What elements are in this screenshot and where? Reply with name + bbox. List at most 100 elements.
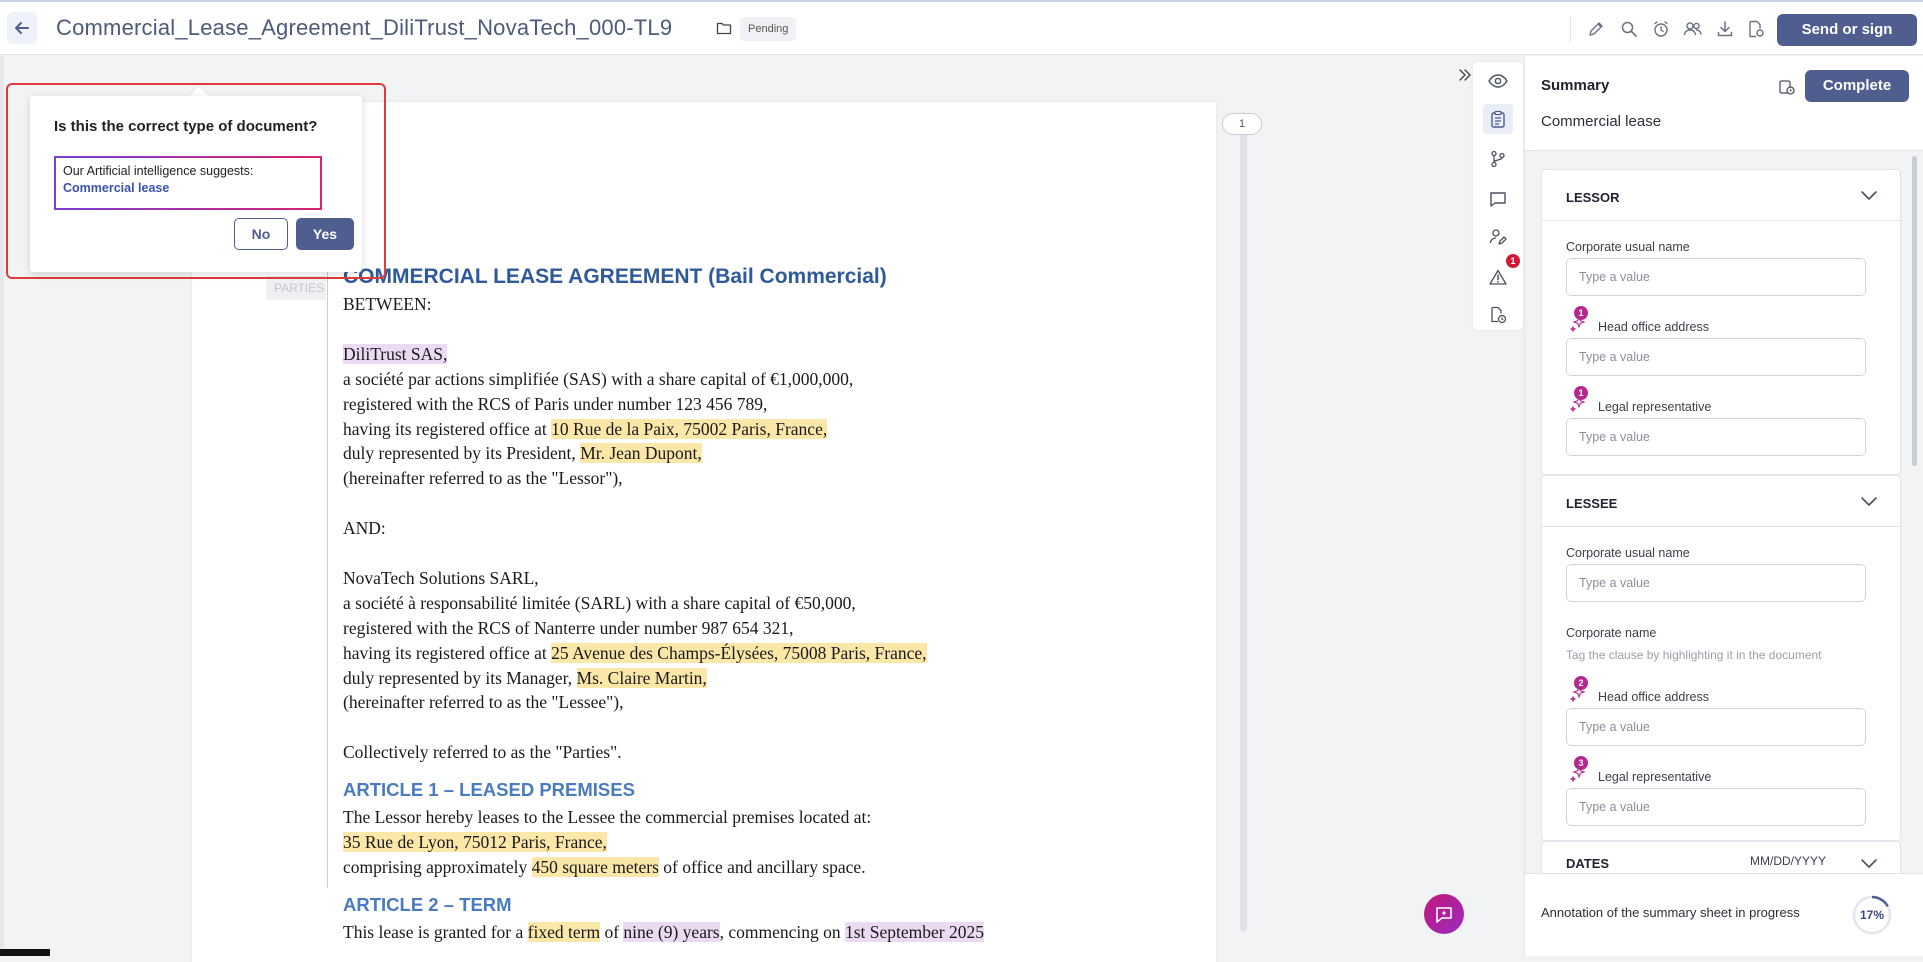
lessor-representative-highlight[interactable]: Mr. Jean Dupont, [580,443,702,464]
lessor-line-4: duly represented by its President, [343,443,581,464]
lessee-corp-usual-input[interactable]: Type a value [1566,564,1866,602]
alarm-icon[interactable] [1650,18,1672,40]
users-icon[interactable] [1682,18,1704,40]
article-2-commencing: , commencing on [719,921,845,942]
summary-panel: Summary Complete Commercial lease LESSOR… [1524,56,1923,956]
lessor-name-highlight[interactable]: DiliTrust SAS, [343,343,448,364]
toolbar-divider [1570,16,1571,42]
summary-scroll-area[interactable]: LESSOR Corporate usual name Type a value… [1525,151,1923,873]
ai-suggestion-count[interactable]: 1 [1574,386,1588,400]
left-edge [0,56,4,956]
user-edit-icon[interactable] [1487,226,1509,248]
ai-suggestion-count[interactable]: 1 [1574,306,1588,320]
top-bar: Commercial_Lease_Agreement_DiliTrust_Nov… [0,0,1923,55]
article-1-line-1: The Lessor hereby leases to the Lessee t… [343,807,872,828]
and-text: AND: [343,518,386,539]
page-margin-line [327,268,328,888]
document-scrollbar[interactable] [1240,112,1247,932]
branch-icon[interactable] [1487,148,1509,170]
lessor-line-1: a société par actions simplifiée (SAS) w… [343,368,854,389]
document-heading: COMMERCIAL LEASE AGREEMENT (Bail Commerc… [343,265,887,288]
ai-assistant-icon [1436,907,1452,923]
lessor-corp-usual-input[interactable]: Type a value [1566,258,1866,296]
lessor-corp-usual-label: Corporate usual name [1566,240,1690,254]
edit-icon[interactable] [1585,18,1607,40]
warning-count-badge: 1 [1506,254,1520,268]
popup-question: Is this the correct type of document? [54,118,318,135]
download-icon[interactable] [1714,18,1736,40]
article-1-title: ARTICLE 1 – LEASED PREMISES [343,779,635,801]
window-corner [0,949,50,956]
search-icon[interactable] [1618,18,1640,40]
complete-button[interactable]: Complete [1805,70,1909,102]
ai-suggestion-count[interactable]: 3 [1574,756,1588,770]
lessee-legal-rep-input[interactable]: Type a value [1566,788,1866,826]
lessee-corp-usual-label: Corporate usual name [1566,546,1690,560]
summary-title: Summary [1541,77,1610,94]
lessee-head-office-label: Head office address [1598,690,1709,704]
lessee-line-4: duly represented by its Manager, [343,667,577,688]
fixed-term-highlight[interactable]: fixed term [527,921,601,942]
lessor-head-office-input[interactable]: Type a value [1566,338,1866,376]
lessor-section-title: LESSOR [1566,190,1620,205]
date-format-label: MM/DD/YYYY [1750,854,1827,868]
lessee-head-office-input[interactable]: Type a value [1566,708,1866,746]
ai-suggestion-count[interactable]: 2 [1574,676,1588,690]
lessor-legal-rep-input[interactable]: Type a value [1566,418,1866,456]
document-text: COMMERCIAL LEASE AGREEMENT (Bail Commerc… [343,262,1203,945]
section-divider [1542,220,1902,221]
status-badge: Pending [740,17,797,41]
ai-assistant-button[interactable] [1424,894,1464,934]
document-title: Commercial_Lease_Agreement_DiliTrust_Nov… [56,15,673,40]
comment-icon[interactable] [1487,188,1509,210]
lessee-address-highlight[interactable]: 25 Avenue des Champs-Élysées, 75008 Pari… [551,642,927,663]
page-number: 1 [1222,113,1262,135]
section-divider [1542,526,1902,527]
lessee-legal-rep-label: Legal representative [1598,770,1712,784]
clipboard-icon[interactable] [1483,104,1513,134]
lessor-line-2: registered with the RCS of Paris under n… [343,393,768,414]
lessor-head-office-label: Head office address [1598,320,1709,334]
progress-percent: 17% [1859,908,1885,922]
lessee-line-3: having its registered office at [343,642,552,663]
premises-address-highlight[interactable]: 35 Rue de Lyon, 75012 Paris, France, [343,832,607,853]
eye-icon[interactable] [1487,70,1509,92]
progress-footer: Annotation of the summary sheet in progr… [1525,873,1923,956]
article-2-of: of [600,921,624,942]
document-settings-icon[interactable] [1745,18,1767,40]
chevron-down-icon[interactable] [1860,856,1878,870]
lessee-line-5: (hereinafter referred to as the "Lessee"… [343,692,624,713]
lessee-corp-name-label: Corporate name [1566,626,1657,640]
collectively-text: Collectively referred to as the "Parties… [343,742,622,763]
document-clock-icon[interactable] [1487,304,1509,326]
back-button[interactable] [7,12,37,44]
document-type-popup: Is this the correct type of document? Ou… [30,96,362,272]
lessee-representative-highlight[interactable]: Ms. Claire Martin, [576,667,707,688]
lessor-address-highlight[interactable]: 10 Rue de la Paix, 75002 Paris, France, [551,418,828,439]
tool-rail: 1 [1473,62,1523,330]
no-button[interactable]: No [234,218,288,250]
lessee-section-title: LESSEE [1566,496,1618,511]
premises-area-highlight[interactable]: 450 square meters [531,856,659,877]
lessor-section: LESSOR Corporate usual name Type a value… [1541,169,1902,475]
summary-scrollbar[interactable] [1912,156,1917,466]
article-1-line-3: comprising approximately [343,856,532,877]
article-2-line-1: This lease is granted for a [343,921,528,942]
duration-highlight[interactable]: nine (9) years [623,921,720,942]
history-icon[interactable] [1777,77,1797,97]
lessor-line-3: having its registered office at [343,418,552,439]
chevron-down-icon[interactable] [1860,494,1878,508]
parties-tag[interactable]: PARTIES [266,276,326,300]
progress-text: Annotation of the summary sheet in progr… [1541,905,1800,920]
document-type-label: Commercial lease [1541,113,1662,130]
chevron-down-icon[interactable] [1860,188,1878,202]
send-or-sign-button[interactable]: Send or sign [1777,14,1917,46]
lessee-corp-name-hint: Tag the clause by highlighting it in the… [1566,648,1822,662]
dates-section-title: DATES [1566,856,1610,871]
between-text: BETWEEN: [343,294,432,314]
start-date-highlight[interactable]: 1st September 2025 [845,921,985,942]
article-1-line-3-end: of office and ancillary space. [658,856,866,877]
folder-icon[interactable] [716,20,732,36]
warning-icon[interactable] [1487,266,1509,288]
yes-button[interactable]: Yes [296,218,354,250]
